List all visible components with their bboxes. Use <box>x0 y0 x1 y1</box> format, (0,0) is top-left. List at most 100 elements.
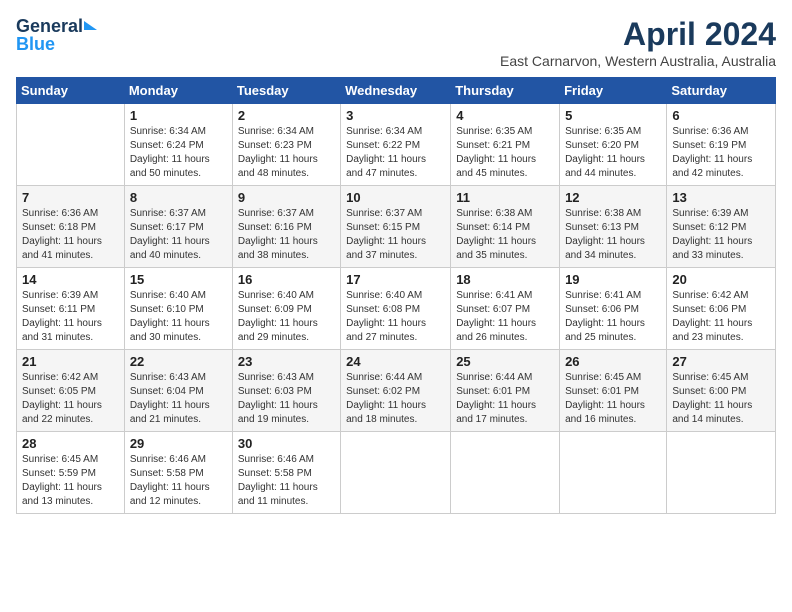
day-number: 5 <box>565 108 661 123</box>
calendar-cell: 2 Sunrise: 6:34 AMSunset: 6:23 PMDaylight… <box>232 104 340 186</box>
day-detail: Sunrise: 6:45 AMSunset: 5:59 PMDaylight:… <box>22 453 119 509</box>
header-sunday: Sunday <box>17 78 125 104</box>
header-tuesday: Tuesday <box>232 78 340 104</box>
day-number: 3 <box>346 108 445 123</box>
calendar-cell: 5 Sunrise: 6:35 AMSunset: 6:20 PMDaylight… <box>560 104 667 186</box>
day-number: 4 <box>456 108 554 123</box>
day-number: 17 <box>346 272 445 287</box>
calendar-cell: 29 Sunrise: 6:46 AMSunset: 5:58 PMDayligh… <box>124 432 232 514</box>
calendar-cell: 8Sunrise: 6:37 AMSunset: 6:17 PMDaylight… <box>124 186 232 268</box>
calendar-cell: 28 Sunrise: 6:45 AMSunset: 5:59 PMDayligh… <box>17 432 125 514</box>
day-detail: Sunrise: 6:43 AMSunset: 6:03 PMDaylight:… <box>238 371 335 427</box>
day-number: 15 <box>130 272 227 287</box>
logo-blue: Blue <box>16 34 55 55</box>
day-detail: Sunrise: 6:37 AMSunset: 6:16 PMDaylight:… <box>238 207 335 263</box>
day-number: 21 <box>22 354 119 369</box>
day-detail: Sunrise: 6:42 AMSunset: 6:06 PMDaylight:… <box>672 289 770 345</box>
calendar-cell: 11Sunrise: 6:38 AMSunset: 6:14 PMDayligh… <box>451 186 560 268</box>
logo: General Blue <box>16 16 97 55</box>
day-number: 20 <box>672 272 770 287</box>
calendar-cell: 14 Sunrise: 6:39 AMSunset: 6:11 PMDayligh… <box>17 268 125 350</box>
header-wednesday: Wednesday <box>341 78 451 104</box>
calendar-cell <box>560 432 667 514</box>
day-detail: Sunrise: 6:34 AMSunset: 6:24 PMDaylight:… <box>130 125 227 181</box>
calendar-table: Sunday Monday Tuesday Wednesday Thursday… <box>16 77 776 514</box>
calendar-cell: 3 Sunrise: 6:34 AMSunset: 6:22 PMDaylight… <box>341 104 451 186</box>
day-number: 18 <box>456 272 554 287</box>
calendar-cell: 19 Sunrise: 6:41 AMSunset: 6:06 PMDayligh… <box>560 268 667 350</box>
header: General Blue April 2024 East Carnarvon, … <box>16 16 776 69</box>
calendar-cell: 15 Sunrise: 6:40 AMSunset: 6:10 PMDayligh… <box>124 268 232 350</box>
calendar-cell: 24 Sunrise: 6:44 AMSunset: 6:02 PMDayligh… <box>341 350 451 432</box>
day-number: 1 <box>130 108 227 123</box>
calendar-cell: 27Sunrise: 6:45 AMSunset: 6:00 PMDayligh… <box>667 350 776 432</box>
calendar-cell: 7 Sunrise: 6:36 AMSunset: 6:18 PMDaylight… <box>17 186 125 268</box>
day-detail: Sunrise: 6:34 AMSunset: 6:22 PMDaylight:… <box>346 125 445 181</box>
header-friday: Friday <box>560 78 667 104</box>
day-number: 23 <box>238 354 335 369</box>
day-number: 29 <box>130 436 227 451</box>
calendar-cell: 16 Sunrise: 6:40 AMSunset: 6:09 PMDayligh… <box>232 268 340 350</box>
day-number: 24 <box>346 354 445 369</box>
day-detail: Sunrise: 6:36 AMSunset: 6:19 PMDaylight:… <box>672 125 770 181</box>
day-number: 22 <box>130 354 227 369</box>
calendar-cell: 26Sunrise: 6:45 AMSunset: 6:01 PMDayligh… <box>560 350 667 432</box>
calendar-cell: 13 Sunrise: 6:39 AMSunset: 6:12 PMDayligh… <box>667 186 776 268</box>
day-number: 16 <box>238 272 335 287</box>
day-number: 26 <box>565 354 661 369</box>
header-thursday: Thursday <box>451 78 560 104</box>
weekday-header-row: Sunday Monday Tuesday Wednesday Thursday… <box>17 78 776 104</box>
calendar-cell: 22Sunrise: 6:43 AMSunset: 6:04 PMDayligh… <box>124 350 232 432</box>
day-number: 14 <box>22 272 119 287</box>
calendar-cell: 6 Sunrise: 6:36 AMSunset: 6:19 PMDaylight… <box>667 104 776 186</box>
day-number: 2 <box>238 108 335 123</box>
day-number: 27 <box>672 354 770 369</box>
day-detail: Sunrise: 6:35 AMSunset: 6:20 PMDaylight:… <box>565 125 661 181</box>
day-detail: Sunrise: 6:36 AMSunset: 6:18 PMDaylight:… <box>22 207 119 263</box>
calendar-cell: 21Sunrise: 6:42 AMSunset: 6:05 PMDayligh… <box>17 350 125 432</box>
day-number: 19 <box>565 272 661 287</box>
day-number: 13 <box>672 190 770 205</box>
day-number: 10 <box>346 190 445 205</box>
day-detail: Sunrise: 6:34 AMSunset: 6:23 PMDaylight:… <box>238 125 335 181</box>
calendar-week-row: 14 Sunrise: 6:39 AMSunset: 6:11 PMDayligh… <box>17 268 776 350</box>
day-detail: Sunrise: 6:39 AMSunset: 6:11 PMDaylight:… <box>22 289 119 345</box>
page: General Blue April 2024 East Carnarvon, … <box>0 0 792 524</box>
day-detail: Sunrise: 6:38 AMSunset: 6:14 PMDaylight:… <box>456 207 554 263</box>
header-saturday: Saturday <box>667 78 776 104</box>
calendar-title: April 2024 <box>500 16 776 53</box>
calendar-week-row: 21Sunrise: 6:42 AMSunset: 6:05 PMDayligh… <box>17 350 776 432</box>
calendar-cell: 4 Sunrise: 6:35 AMSunset: 6:21 PMDaylight… <box>451 104 560 186</box>
day-number: 28 <box>22 436 119 451</box>
day-detail: Sunrise: 6:41 AMSunset: 6:07 PMDaylight:… <box>456 289 554 345</box>
calendar-cell: 30 Sunrise: 6:46 AMSunset: 5:58 PMDayligh… <box>232 432 340 514</box>
calendar-cell <box>451 432 560 514</box>
day-number: 9 <box>238 190 335 205</box>
day-detail: Sunrise: 6:44 AMSunset: 6:02 PMDaylight:… <box>346 371 445 427</box>
calendar-cell: 18 Sunrise: 6:41 AMSunset: 6:07 PMDayligh… <box>451 268 560 350</box>
day-detail: Sunrise: 6:41 AMSunset: 6:06 PMDaylight:… <box>565 289 661 345</box>
calendar-cell: 25Sunrise: 6:44 AMSunset: 6:01 PMDayligh… <box>451 350 560 432</box>
day-detail: Sunrise: 6:40 AMSunset: 6:10 PMDaylight:… <box>130 289 227 345</box>
calendar-week-row: 7 Sunrise: 6:36 AMSunset: 6:18 PMDaylight… <box>17 186 776 268</box>
day-detail: Sunrise: 6:37 AMSunset: 6:15 PMDaylight:… <box>346 207 445 263</box>
day-detail: Sunrise: 6:38 AMSunset: 6:13 PMDaylight:… <box>565 207 661 263</box>
calendar-cell: 1 Sunrise: 6:34 AMSunset: 6:24 PMDaylight… <box>124 104 232 186</box>
day-number: 25 <box>456 354 554 369</box>
title-block: April 2024 East Carnarvon, Western Austr… <box>500 16 776 69</box>
calendar-cell: 20 Sunrise: 6:42 AMSunset: 6:06 PMDayligh… <box>667 268 776 350</box>
calendar-cell <box>17 104 125 186</box>
day-detail: Sunrise: 6:46 AMSunset: 5:58 PMDaylight:… <box>130 453 227 509</box>
day-number: 30 <box>238 436 335 451</box>
header-monday: Monday <box>124 78 232 104</box>
day-detail: Sunrise: 6:46 AMSunset: 5:58 PMDaylight:… <box>238 453 335 509</box>
calendar-cell <box>341 432 451 514</box>
day-number: 6 <box>672 108 770 123</box>
day-number: 7 <box>22 190 119 205</box>
day-detail: Sunrise: 6:39 AMSunset: 6:12 PMDaylight:… <box>672 207 770 263</box>
calendar-cell <box>667 432 776 514</box>
day-detail: Sunrise: 6:40 AMSunset: 6:09 PMDaylight:… <box>238 289 335 345</box>
day-detail: Sunrise: 6:40 AMSunset: 6:08 PMDaylight:… <box>346 289 445 345</box>
day-number: 8 <box>130 190 227 205</box>
day-detail: Sunrise: 6:35 AMSunset: 6:21 PMDaylight:… <box>456 125 554 181</box>
